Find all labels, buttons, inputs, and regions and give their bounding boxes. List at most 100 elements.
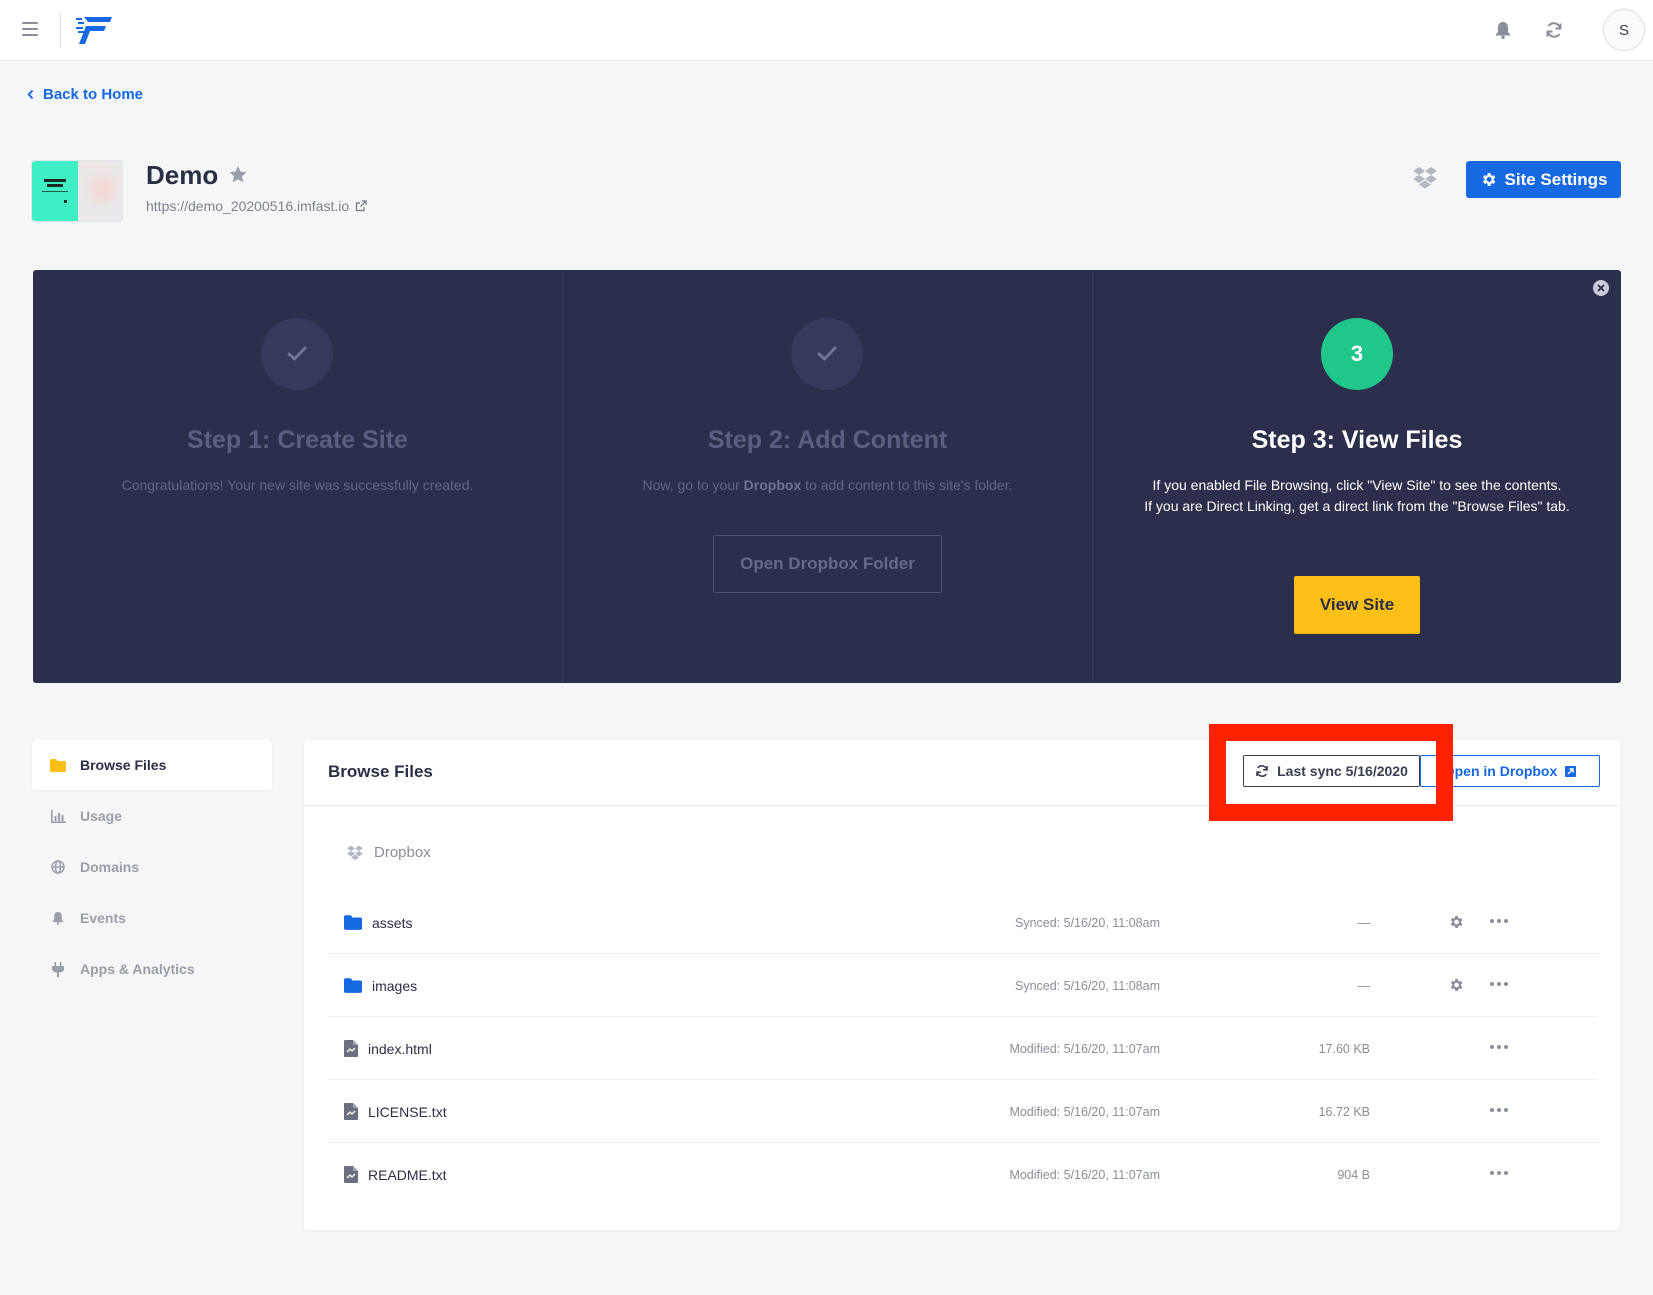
file-name: README.txt [368,1166,447,1183]
more-options-icon[interactable] [1490,1171,1508,1175]
browse-files-card: Browse Files Last sync 5/16/2020 Open in… [304,740,1620,1230]
file-name: images [372,977,418,994]
table-row: images Synced: 5/16/20, 11:08am — [328,954,1598,1017]
step-1-description: Congratulations! Your new site was succe… [121,477,474,493]
step-3-number: 3 [1321,318,1393,390]
onboarding-steps-panel: Step 1: Create Site Congratulations! You… [33,270,1621,683]
file-name: assets [372,914,413,931]
bell-icon[interactable] [1491,18,1515,42]
view-site-button[interactable]: View Site [1294,576,1420,634]
sidebar-item-domains[interactable]: Domains [32,842,272,892]
file-name-link[interactable]: LICENSE.txt [344,1080,447,1143]
chevron-left-icon [27,89,34,100]
check-icon [791,318,863,390]
file-status: Synced: 5/16/20, 11:08am [1014,978,1160,993]
menu-icon[interactable] [22,22,38,36]
back-link-label: Back to Home [43,86,144,103]
sidebar-item-usage[interactable]: Usage [32,791,272,841]
step-3-desc-line-2: If you are Direct Linking, get a direct … [1144,498,1570,514]
file-icon [344,1103,358,1120]
back-to-home-link[interactable]: Back to Home [27,86,143,103]
step-3-title: Step 3: View Files [1251,426,1463,454]
breadcrumb[interactable]: Dropbox [346,844,431,861]
logo[interactable] [76,14,114,51]
gear-icon [1482,173,1495,186]
refresh-icon[interactable] [1542,18,1566,42]
file-status: Modified: 5/16/20, 11:07am [1009,1104,1160,1119]
table-row: index.html Modified: 5/16/20, 11:07am 17… [328,1017,1598,1080]
step-3: 3 Step 3: View Files If you enabled File… [1093,270,1621,683]
card-header: Browse Files Last sync 5/16/2020 Open in… [304,740,1620,806]
more-options-icon[interactable] [1490,1108,1508,1112]
file-name: index.html [368,1040,432,1057]
file-icon [344,1040,358,1057]
open-in-dropbox-button[interactable]: Open in Dropbox [1420,755,1600,787]
last-sync-button[interactable]: Last sync 5/16/2020 [1243,755,1420,787]
check-icon [261,318,333,390]
sidebar-item-browse-files[interactable]: Browse Files [32,740,272,790]
file-name-link[interactable]: index.html [344,1017,432,1080]
avatar[interactable]: S [1603,9,1645,51]
file-size: — [1357,915,1371,930]
file-size: 16.72 KB [1318,1104,1370,1119]
site-url: https://demo_20200516.imfast.io [146,198,350,214]
dropbox-emphasis: Dropbox [743,477,802,493]
dropbox-icon [347,845,363,860]
table-row: README.txt Modified: 5/16/20, 11:07am 90… [328,1143,1598,1206]
external-link-icon [355,200,367,212]
site-settings-label: Site Settings [1504,169,1608,189]
open-in-dropbox-label: Open in Dropbox [1443,763,1558,779]
more-options-icon[interactable] [1490,982,1508,986]
site-title: Demo [146,160,248,191]
step-2: Step 2: Add Content Now, go to your Drop… [563,270,1092,683]
avatar-initial: S [1618,21,1629,39]
top-bar: S [0,0,1653,61]
last-sync-label: Last sync 5/16/2020 [1277,763,1408,779]
sidebar-item-label: Apps & Analytics [80,961,195,977]
breadcrumb-label: Dropbox [374,844,431,861]
refresh-icon [1256,765,1268,777]
site-settings-button[interactable]: Site Settings [1466,161,1621,198]
file-name-link[interactable]: assets [344,891,412,954]
chart-icon [50,808,66,824]
more-options-icon[interactable] [1490,919,1508,923]
gear-icon[interactable] [1448,914,1464,935]
file-name: LICENSE.txt [368,1103,447,1120]
step-3-description: If you enabled File Browsing, click "Vie… [1127,475,1587,517]
site-thumbnail [32,161,122,221]
table-row: assets Synced: 5/16/20, 11:08am — [328,891,1598,954]
step-2-desc-text: Now, go to your [642,477,744,493]
table-row: LICENSE.txt Modified: 5/16/20, 11:07am 1… [328,1080,1598,1143]
card-title: Browse Files [328,762,433,781]
sidebar-item-label: Usage [80,808,123,824]
bell-icon [50,910,66,926]
gear-icon[interactable] [1448,977,1464,998]
step-2-desc-text-end: to add content to this site's folder. [801,477,1013,493]
star-icon[interactable] [228,160,248,191]
dropbox-icon[interactable] [1412,166,1438,195]
file-status: Synced: 5/16/20, 11:08am [1014,915,1160,930]
file-name-link[interactable]: README.txt [344,1143,447,1206]
step-3-desc-line-1: If you enabled File Browsing, click "Vie… [1152,477,1562,493]
more-options-icon[interactable] [1490,1045,1508,1049]
sidebar-item-events[interactable]: Events [32,893,272,943]
file-size: 904 B [1337,1167,1370,1182]
globe-icon [50,859,66,875]
divider [60,12,61,48]
external-link-icon [1565,765,1577,777]
open-dropbox-folder-button[interactable]: Open Dropbox Folder [713,535,942,593]
step-2-description: Now, go to your Dropbox to add content t… [563,475,1092,496]
sidebar-item-label: Browse Files [80,757,167,773]
sidebar-item-label: Events [80,910,126,926]
site-name: Demo [146,160,219,190]
step-1-title: Step 1: Create Site [187,426,408,454]
file-name-link[interactable]: images [344,954,417,1017]
sidebar-item-label: Domains [80,859,140,875]
site-url-link[interactable]: https://demo_20200516.imfast.io [146,198,367,214]
plug-icon [50,961,66,977]
file-status: Modified: 5/16/20, 11:07am [1009,1167,1160,1182]
file-icon [344,1166,358,1183]
file-size: 17.60 KB [1318,1041,1370,1056]
step-1: Step 1: Create Site Congratulations! You… [33,270,562,683]
sidebar-item-apps-analytics[interactable]: Apps & Analytics [32,944,272,994]
